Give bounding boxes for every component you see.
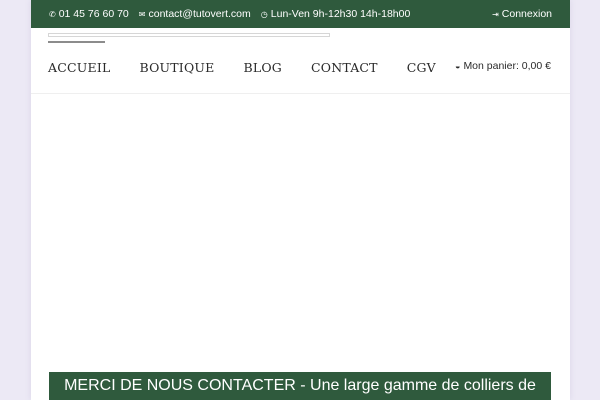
- cart-icon: ◒: [455, 61, 461, 71]
- nav-item-cgv[interactable]: CGV: [407, 60, 436, 75]
- envelope-icon: ✉: [138, 9, 146, 19]
- contact-banner: MERCI DE NOUS CONTACTER - Une large gamm…: [49, 372, 551, 400]
- phone-number: 01 45 76 60 70: [58, 8, 129, 20]
- search-input[interactable]: [48, 33, 330, 37]
- login-icon: ⇥: [492, 9, 499, 19]
- clock-icon: ◷: [260, 9, 268, 19]
- nav-item-contact[interactable]: CONTACT: [311, 60, 378, 75]
- cart-label: Mon panier: 0,00 €: [463, 60, 551, 72]
- login-link[interactable]: ⇥ Connexion: [492, 8, 552, 20]
- opening-hours-text: Lun-Ven 9h-12h30 14h-18h00: [270, 8, 411, 20]
- phone-link[interactable]: ✆ 01 45 76 60 70: [49, 8, 129, 20]
- nav-item-blog[interactable]: BLOG: [243, 60, 282, 75]
- phone-icon: ✆: [49, 9, 56, 19]
- nav-item-boutique[interactable]: BOUTIQUE: [139, 60, 214, 75]
- main-nav: ACCUEIL BOUTIQUE BLOG CONTACT CGV: [48, 56, 465, 78]
- nav-item-accueil[interactable]: ACCUEIL: [48, 60, 110, 75]
- banner-text: MERCI DE NOUS CONTACTER - Une large gamm…: [64, 377, 536, 394]
- top-bar: ✆ 01 45 76 60 70 ✉ contact@tutovert.com …: [31, 0, 570, 28]
- email-link[interactable]: ✉ contact@tutovert.com: [139, 8, 251, 20]
- email-address: contact@tutovert.com: [148, 8, 251, 20]
- cart-button[interactable]: ◒ Mon panier: 0,00 €: [455, 60, 551, 72]
- active-indicator: [48, 41, 105, 43]
- opening-hours: ◷ Lun-Ven 9h-12h30 14h-18h00: [261, 8, 411, 20]
- header-divider: [31, 93, 570, 94]
- login-label: Connexion: [501, 8, 552, 20]
